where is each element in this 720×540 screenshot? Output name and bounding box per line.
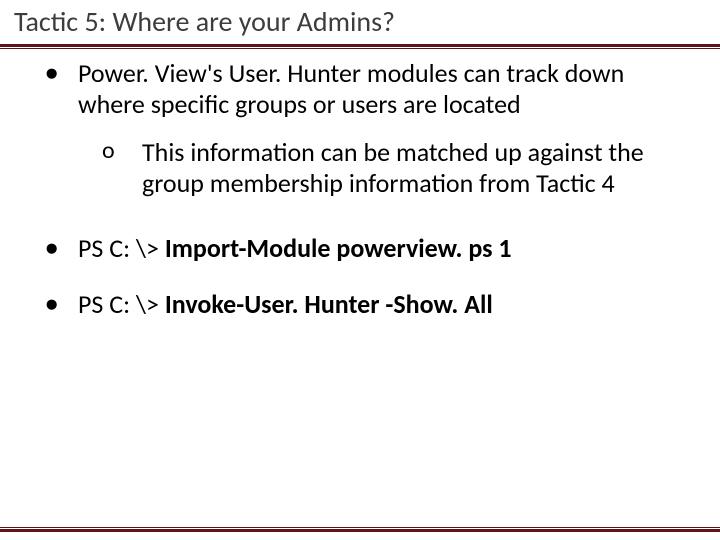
rule-thin [0, 48, 720, 49]
slide: Tactic 5: Where are your Admins? ● Power… [0, 0, 720, 540]
rule-thin [0, 527, 720, 528]
command-prefix: PS C: \> [78, 232, 165, 264]
bullet-item: ● PS C: \> Import-Module powerview. ps 1 [0, 233, 720, 264]
slide-body: ● Power. View's User. Hunter modules can… [0, 58, 720, 338]
slide-title: Tactic 5: Where are your Admins? [14, 4, 395, 39]
sub-bullet-text: This information can be matched up again… [142, 136, 644, 199]
circle-bullet-icon: o [102, 137, 115, 165]
command-text: Import-Module powerview. ps 1 [165, 232, 512, 264]
rule-thick [0, 44, 720, 47]
bullet-item: ● PS C: \> Invoke-User. Hunter -Show. Al… [0, 289, 720, 320]
bullet-text: Power. View's User. Hunter modules can t… [78, 57, 624, 120]
disc-bullet-icon: ● [45, 291, 58, 317]
rule-thick [0, 529, 720, 532]
disc-bullet-icon: ● [45, 235, 58, 261]
command-prefix: PS C: \> [78, 288, 165, 320]
command-text: Invoke-User. Hunter -Show. All [165, 288, 493, 320]
disc-bullet-icon: ● [45, 60, 58, 86]
title-underline [0, 44, 720, 49]
bullet-item: ● Power. View's User. Hunter modules can… [0, 58, 720, 119]
bottom-underline [0, 527, 720, 532]
sub-bullet-item: o This information can be matched up aga… [0, 137, 720, 198]
